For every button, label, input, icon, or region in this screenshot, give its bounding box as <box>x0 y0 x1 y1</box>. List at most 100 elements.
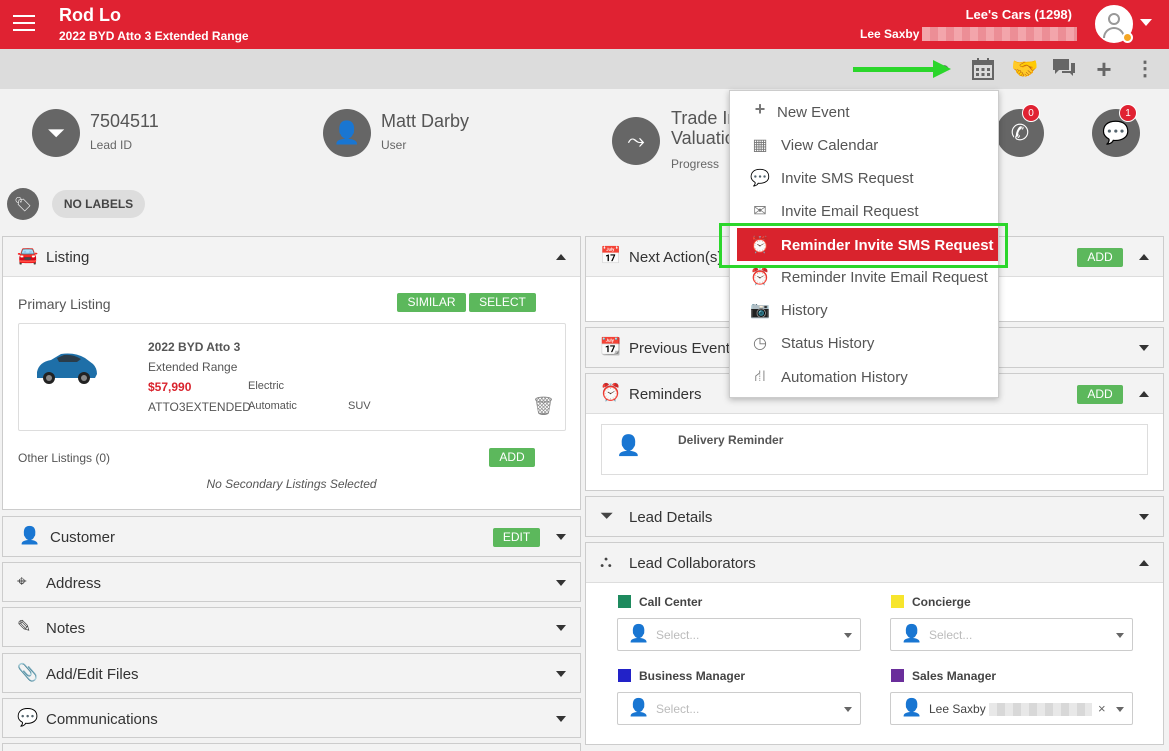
envelope-icon: ✉ <box>753 203 767 220</box>
similar-button[interactable]: SIMILAR <box>397 293 466 312</box>
address-section[interactable]: ⌖ Address <box>2 562 581 602</box>
menu-item-label: Invite Email Request <box>781 203 919 220</box>
reminders-title: Reminders <box>629 386 702 403</box>
menu-item-label: History <box>781 302 828 319</box>
collapse-caret-icon[interactable] <box>1139 391 1149 397</box>
person-icon: 👤 <box>628 624 650 643</box>
car-transmission: Automatic <box>248 400 297 412</box>
chat-icon[interactable] <box>1051 57 1077 81</box>
collapse-caret-icon[interactable] <box>1139 254 1149 260</box>
menu-item-view-calendar[interactable]: ▦ View Calendar <box>730 128 998 161</box>
expand-caret-icon[interactable] <box>556 716 566 722</box>
plus-icon[interactable]: + <box>1091 56 1117 82</box>
car-variant: Extended Range <box>148 360 238 374</box>
primary-listing-card[interactable]: 2022 BYD Atto 3 Extended Range $57,990 E… <box>18 323 566 431</box>
car-stock-code: ATTO3EXTENDED <box>148 400 251 414</box>
annotation-highlight-box <box>719 223 1008 268</box>
plus-icon: + <box>754 99 766 119</box>
lead-collaborators-header[interactable]: ⛬ Lead Collaborators <box>586 543 1163 583</box>
staff-name: Lee Saxby <box>860 27 920 41</box>
no-labels-chip[interactable]: NO LABELS <box>52 190 145 218</box>
select-button[interactable]: SELECT <box>469 293 536 312</box>
history-icon: ◷ <box>753 335 767 352</box>
user-off-icon: 👤 <box>616 435 641 457</box>
lead-vehicle-subtitle: 2022 BYD Atto 3 Extended Range <box>59 29 249 43</box>
menu-item-new-event[interactable]: + New Event <box>730 95 998 128</box>
sales-manager-select[interactable]: 👤 Lee Saxby × <box>890 692 1133 725</box>
menu-item-label: Status History <box>781 335 875 352</box>
reminder-item[interactable]: 👤 Delivery Reminder <box>601 424 1148 475</box>
customer-title: Customer <box>50 529 116 546</box>
calendar-icon: 📅 <box>600 246 622 265</box>
reminder-title: Delivery Reminder <box>678 433 784 447</box>
menu-item-history[interactable]: 📷 History <box>730 293 998 326</box>
expand-caret-icon[interactable] <box>556 625 566 631</box>
business-manager-select[interactable]: 👤 Select... <box>617 692 861 725</box>
expand-caret-icon[interactable] <box>1139 514 1149 520</box>
select-placeholder: Select... <box>656 702 700 716</box>
lead-collaborators-title: Lead Collaborators <box>629 555 756 572</box>
account-caret-down-icon[interactable] <box>1140 19 1152 26</box>
action-toolbar: ◔ 🤝 + ⋮ <box>0 49 1169 89</box>
handshake-icon[interactable]: 🤝 <box>1011 57 1038 81</box>
expand-caret-icon[interactable] <box>556 671 566 677</box>
files-section[interactable]: 📎 Add/Edit Files <box>2 653 581 693</box>
car-body: SUV <box>348 400 371 412</box>
top-header: Rod Lo 2022 BYD Atto 3 Extended Range Le… <box>0 0 1169 49</box>
add-listing-button[interactable]: ADD <box>489 448 535 467</box>
clear-selection-icon[interactable]: × <box>1098 701 1106 716</box>
lead-details-section[interactable]: ⏷ Lead Details <box>585 496 1164 537</box>
annotation-arrow-head <box>933 60 951 78</box>
next-actions-title: Next Action(s) <box>629 249 723 266</box>
person-icon: 👤 <box>19 526 41 545</box>
expand-caret-icon[interactable] <box>556 534 566 540</box>
menu-item-label: Reminder Invite Email Request <box>781 269 988 286</box>
dropdown-caret-icon <box>1116 707 1124 712</box>
paperclip-icon: 📎 <box>17 663 39 682</box>
car-title: 2022 BYD Atto 3 <box>148 340 241 354</box>
collapse-caret-icon[interactable] <box>556 254 566 260</box>
messages-count-badge: 1 <box>1119 104 1137 122</box>
dealer-name[interactable]: Lee's Cars (1298) <box>966 7 1072 22</box>
menu-item-status-history[interactable]: ◷ Status History <box>730 326 998 359</box>
hamburger-menu-icon[interactable] <box>13 15 35 32</box>
menu-item-invite-sms[interactable]: 💬 Invite SMS Request <box>730 161 998 194</box>
menu-item-automation-history[interactable]: ⛙ Automation History <box>730 360 998 393</box>
calendar-check-icon: 📆 <box>600 337 622 356</box>
collapse-caret-icon[interactable] <box>1139 560 1149 566</box>
menu-item-label: Automation History <box>781 369 908 386</box>
listing-panel-header[interactable]: 🚘 Listing <box>3 237 580 277</box>
more-vertical-icon[interactable]: ⋮ <box>1132 57 1158 81</box>
alarm-icon: ⏰ <box>600 383 622 402</box>
communications-section[interactable]: 💬 Communications <box>2 698 581 738</box>
person-icon: 👤 <box>901 624 923 643</box>
add-next-action-button[interactable]: ADD <box>1077 248 1123 267</box>
sales-manager-label: Sales Manager <box>912 669 997 683</box>
files-title: Add/Edit Files <box>46 666 139 683</box>
tag-icon[interactable]: 🏷 <box>7 188 39 220</box>
edit-customer-button[interactable]: EDIT <box>493 528 540 547</box>
lead-id-label: Lead ID <box>90 138 133 152</box>
redacted-block <box>922 27 1077 41</box>
other-listings-label: Other Listings (0) <box>18 451 111 465</box>
chat-bubbles-icon: 💬 <box>17 708 39 727</box>
customer-section[interactable]: 👤 Customer EDIT <box>2 516 581 557</box>
add-reminder-button[interactable]: ADD <box>1077 385 1123 404</box>
user-avatar[interactable] <box>1095 5 1133 43</box>
calendar-icon: ▦ <box>752 137 768 154</box>
call-center-select[interactable]: 👤 Select... <box>617 618 861 651</box>
trash-icon[interactable]: 🗑 <box>532 396 555 417</box>
expand-caret-icon[interactable] <box>556 580 566 586</box>
menu-item-label: Invite SMS Request <box>781 170 914 187</box>
user-value[interactable]: Matt Darby <box>381 111 469 132</box>
sales-manager-swatch <box>891 669 904 682</box>
call-center-swatch <box>618 595 631 608</box>
concierge-select[interactable]: 👤 Select... <box>890 618 1133 651</box>
notes-section[interactable]: ✎ Notes <box>2 607 581 647</box>
listing-panel: 🚘 Listing Primary Listing SIMILAR SELECT… <box>2 236 581 510</box>
expand-caret-icon[interactable] <box>1139 345 1149 351</box>
funnel-icon: ⏷ <box>600 506 614 525</box>
people-network-icon: ⛬ <box>600 552 612 571</box>
calendar-icon[interactable] <box>970 57 996 81</box>
progress-label: Progress <box>671 157 720 171</box>
